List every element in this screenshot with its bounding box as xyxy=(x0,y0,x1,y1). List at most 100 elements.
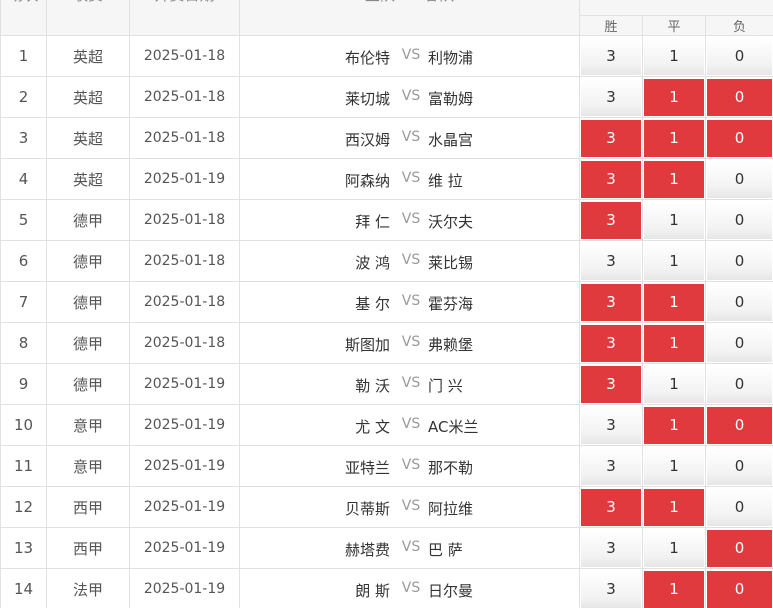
option-cell: 3 xyxy=(579,117,643,159)
league-name: 法甲 xyxy=(46,568,130,608)
option-win-button[interactable]: 3 xyxy=(581,406,641,444)
match-teams: 尤 文 VS AC米兰 xyxy=(239,404,580,446)
option-win-button[interactable]: 3 xyxy=(581,365,641,403)
match-index: 14 xyxy=(0,568,47,608)
option-draw-button[interactable]: 1 xyxy=(644,447,704,485)
option-loss-button[interactable]: 0 xyxy=(707,160,773,198)
option-loss-button[interactable]: 0 xyxy=(707,242,773,280)
match-index: 9 xyxy=(0,363,47,405)
option-loss-button[interactable]: 0 xyxy=(707,119,773,157)
table-row: 13 西甲 2025-01-19 赫塔费 VS 巴 萨 310 xyxy=(0,527,773,569)
option-win-button[interactable]: 3 xyxy=(581,78,641,116)
option-win-button[interactable]: 3 xyxy=(581,37,641,75)
match-index: 5 xyxy=(0,199,47,241)
option-win-button[interactable]: 3 xyxy=(581,119,641,157)
vs-label: VS xyxy=(401,47,421,63)
option-win-button[interactable]: 3 xyxy=(581,529,641,567)
option-cell: 3 xyxy=(579,486,643,528)
vs-label: VS xyxy=(401,416,421,432)
option-cell: 3 xyxy=(579,158,643,200)
option-win-button[interactable]: 3 xyxy=(581,283,641,321)
option-draw-button[interactable]: 1 xyxy=(644,529,704,567)
option-cell: 0 xyxy=(704,404,773,446)
match-teams: 基 尔 VS 霍芬海 xyxy=(239,281,580,323)
match-table: 场次 联赛 开赛日期 主队 VS 客队 胜 平 负 1英超2025-01-18布… xyxy=(0,0,773,608)
option-loss-button[interactable]: 0 xyxy=(707,283,773,321)
league-name: 英超 xyxy=(46,117,130,159)
option-draw-button[interactable]: 1 xyxy=(644,324,704,362)
option-win-button[interactable]: 3 xyxy=(581,570,641,608)
table-row: 3 英超 2025-01-18 西汉姆 VS 水晶宫 3 1 0 xyxy=(0,117,773,159)
vs-label: VS xyxy=(401,293,421,309)
table-row: 1 英超 2025-01-18 布伦特 VS 利物浦 3 1 0 xyxy=(0,35,773,77)
vs-label: VS xyxy=(401,539,421,555)
vs-label: VS xyxy=(401,334,421,350)
option-loss-button[interactable]: 0 xyxy=(707,324,773,362)
header-date: 开赛日期 xyxy=(129,0,240,36)
table-row: 2 英超 2025-01-18 莱切城 VS 富勒姆 3 1 0 xyxy=(0,76,773,118)
table-row: 8 德甲 2025-01-18 斯图加 VS 弗赖堡 3 1 0 xyxy=(0,322,773,364)
option-draw-button[interactable]: 1 xyxy=(644,119,704,157)
option-loss-button[interactable]: 0 xyxy=(707,529,773,567)
option-loss-button[interactable]: 0 xyxy=(707,365,773,403)
option-win-button[interactable]: 3 xyxy=(581,447,641,485)
home-team: 阿森纳 xyxy=(344,172,390,190)
option-draw-button[interactable]: 1 xyxy=(644,242,704,280)
option-loss-button[interactable]: 0 xyxy=(707,570,773,608)
home-team: 布伦特 xyxy=(344,49,390,67)
option-loss-button[interactable]: 0 xyxy=(707,447,773,485)
option-draw-button[interactable]: 1 xyxy=(644,570,704,608)
match-teams: 勒 沃 VS 门 兴 xyxy=(239,363,580,405)
option-draw-button[interactable]: 1 xyxy=(644,201,704,239)
league-name: 英超 xyxy=(46,158,130,200)
option-draw-button[interactable]: 1 xyxy=(644,488,704,526)
option-loss-button[interactable]: 0 xyxy=(707,37,773,75)
option-loss-button[interactable]: 0 xyxy=(707,201,773,239)
option-cell: 3 xyxy=(579,527,643,569)
table-row: 6 德甲 2025-01-18 波 鸿 VS 莱比锡 3 1 0 xyxy=(0,240,773,282)
match-teams: 斯图加 VS 弗赖堡 xyxy=(239,322,580,364)
option-cell: 3 xyxy=(579,404,643,446)
option-win-button[interactable]: 3 xyxy=(581,160,641,198)
option-win-button[interactable]: 3 xyxy=(581,488,641,526)
option-loss-button[interactable]: 0 xyxy=(707,406,773,444)
match-teams: 朗 斯 VS 日尔曼 xyxy=(239,568,580,608)
option-cell: 0 xyxy=(704,117,773,159)
option-loss-button[interactable]: 0 xyxy=(707,78,773,116)
option-cell: 3 xyxy=(579,199,643,241)
league-name: 德甲 xyxy=(46,363,130,405)
away-team: 沃尔夫 xyxy=(428,213,474,231)
league-name: 德甲 xyxy=(46,281,130,323)
option-cell: 1 xyxy=(642,199,706,241)
match-date: 2025-01-19 xyxy=(129,527,240,569)
table-row: 11 意甲 2025-01-19 亚特兰 VS 那不勒 3 1 0 xyxy=(0,445,773,487)
table-row: 5 德甲 2025-01-18 拜 仁 VS 沃尔夫 3 1 0 xyxy=(0,199,773,241)
match-teams: 阿森纳 VS 维 拉 xyxy=(239,158,580,200)
option-win-button[interactable]: 3 xyxy=(581,242,641,280)
match-teams: 波 鸿 VS 莱比锡 xyxy=(239,240,580,282)
option-draw-button[interactable]: 1 xyxy=(644,37,704,75)
option-cell: 0 xyxy=(704,158,773,200)
option-cell: 0 xyxy=(704,568,773,608)
option-loss-button[interactable]: 0 xyxy=(707,488,773,526)
option-cell: 1 xyxy=(642,445,706,487)
option-draw-button[interactable]: 1 xyxy=(644,365,704,403)
option-draw-button[interactable]: 1 xyxy=(644,78,704,116)
home-team: 朗 斯 xyxy=(355,582,390,600)
header-idx: 场次 xyxy=(0,0,47,36)
league-name: 德甲 xyxy=(46,240,130,282)
option-draw-button[interactable]: 1 xyxy=(644,283,704,321)
option-win-button[interactable]: 3 xyxy=(581,201,641,239)
league-name: 英超 xyxy=(46,35,130,77)
option-win-button[interactable]: 3 xyxy=(581,324,641,362)
option-cell: 3 xyxy=(579,76,643,118)
option-draw-button[interactable]: 1 xyxy=(644,160,704,198)
option-cell: 3 xyxy=(579,322,643,364)
home-team: 波 鸿 xyxy=(355,254,390,272)
option-cell: 0 xyxy=(704,76,773,118)
match-index: 12 xyxy=(0,486,47,528)
header-loss: 负 xyxy=(704,15,773,36)
vs-label: VS xyxy=(401,252,421,268)
option-draw-button[interactable]: 1 xyxy=(644,406,704,444)
league-name: 西甲 xyxy=(46,486,130,528)
